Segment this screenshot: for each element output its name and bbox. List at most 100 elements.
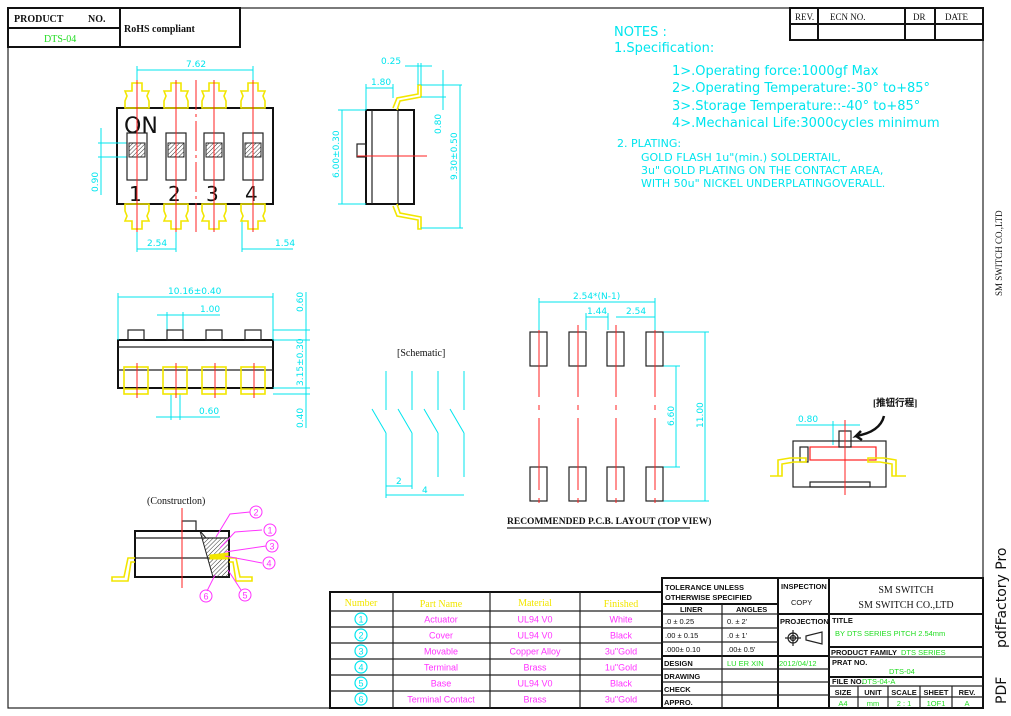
switch-number: 3	[206, 182, 219, 206]
spec-item: 2>.Operating Temperature:-30° to+85°	[672, 81, 930, 96]
part-material: Brass	[523, 663, 547, 673]
switch-number: 2	[168, 182, 181, 206]
size-header: REV.	[959, 688, 976, 697]
tolerance-label: TOLERANCE UNLESS	[665, 583, 744, 592]
part-finished: Black	[610, 631, 633, 641]
col-finished: Finished	[604, 599, 638, 610]
copy-label: COPY	[791, 598, 812, 607]
col-number: Number	[345, 598, 378, 609]
size-value: 1OF1	[927, 699, 946, 708]
spec-item: 4>.Mechanical Life:3000cycles minimum	[672, 116, 940, 131]
company-name: SM SWITCH	[878, 585, 933, 596]
construction-label: (Constructlon)	[147, 496, 205, 507]
plating-title: 2. PLATING:	[617, 137, 681, 150]
projection-label: PROJECTION	[780, 617, 829, 626]
design-label: DESIGN	[664, 659, 693, 668]
part-finished: 3u"Gold	[605, 695, 637, 705]
product-number: DTS-04	[44, 34, 76, 45]
callout-number: 2	[253, 508, 258, 518]
spec-item: 3>.Storage Temperature::-40° to+85°	[672, 99, 920, 114]
dim-travel: 0.80	[798, 415, 818, 425]
switch-blade	[449, 408, 465, 434]
drawing-sheet: PRODUCT NO. DTS-04 RoHS compliant REV. E…	[7, 7, 1010, 709]
part-number: 3	[358, 647, 363, 657]
size-value: mm	[867, 699, 880, 708]
size-value: A	[964, 699, 969, 708]
dim-edge: 1.54	[275, 239, 295, 249]
switch-blade	[397, 408, 413, 434]
prat-label: PRAT NO.	[832, 658, 867, 667]
part-name: Terminal Contact	[407, 695, 475, 705]
part-name: Actuator	[424, 615, 458, 625]
notes: NOTES : 1.Specification: 1>.Operating fo…	[614, 25, 940, 190]
plating-line: WITH 50u" NICKEL UNDERPLATINGOVERALL.	[641, 177, 885, 190]
dim-width: 7.62	[186, 60, 206, 70]
part-finished: 1u"Gold	[605, 663, 637, 673]
col-material: Material	[518, 598, 552, 609]
liner-label: LINER	[680, 605, 703, 614]
dim-top: 0.60	[296, 292, 306, 312]
top-view: ON 1 2 3 4 7.62 2.54 1.54 0.90	[91, 60, 295, 252]
dim-schematic-b: 4	[422, 486, 428, 496]
construction-view: (Constructlon) 21 3 4 5 6	[111, 496, 279, 603]
plating-line: GOLD FLASH 1u"(min.) SOLDERTAIL,	[641, 151, 841, 164]
tol-liner: .00 ± 0.15	[665, 631, 698, 640]
date-header: DATE	[945, 12, 968, 22]
dim-schematic-a: 2	[396, 477, 402, 487]
terminal	[240, 366, 266, 395]
ecn-header: ECN NO.	[830, 12, 866, 22]
company-full-name: SM SWITCH CO.,LTD	[858, 600, 953, 611]
dim-gap: 1.44	[587, 307, 607, 317]
tol-liner: .0 ± 0.25	[665, 617, 694, 626]
size-header: SIZE	[835, 688, 852, 697]
terminal	[123, 366, 149, 395]
part-number: 1	[358, 615, 363, 625]
watermark-pdf: PDF	[994, 677, 1010, 704]
rev-header: REV.	[795, 12, 814, 22]
rohs-label: RoHS compliant	[124, 24, 196, 35]
right-margin: SM SWITCH CO.,LTD PDF pdfFactory Pro	[994, 210, 1010, 704]
product-header: PRODUCT NO. DTS-04 RoHS compliant	[7, 7, 241, 48]
switch-number: 4	[245, 182, 258, 206]
dim-offset: 1.80	[371, 78, 391, 88]
dim-body: 6.00±0.30	[332, 130, 342, 178]
dr-header: DR	[913, 12, 926, 22]
actuator-knob	[127, 329, 145, 341]
on-label: ON	[124, 114, 158, 139]
terminal	[162, 366, 188, 395]
prat-value: DTS-04	[889, 667, 915, 676]
tol-angle: .00± 0.5'	[727, 645, 756, 654]
angles-label: ANGLES	[736, 605, 767, 614]
part-number: 6	[358, 695, 363, 705]
actuator-knob	[166, 329, 184, 341]
part-finished: White	[609, 615, 632, 625]
dim-knob: 1.00	[200, 305, 220, 315]
actuator-knob	[205, 329, 223, 341]
projection-symbol-icon	[785, 630, 823, 646]
file-value: DTS-04-A	[862, 677, 895, 686]
date-value: 2012/04/12	[779, 659, 817, 668]
front-view: 10.16±0.40 1.00 0.60 0.60 3.15±0.30 0.40	[117, 287, 310, 428]
plating-line: 3u" GOLD PLATING ON THE CONTACT AREA,	[641, 164, 883, 177]
dim-span: 2.54*(N-1)	[573, 292, 620, 302]
travel-section: [推钮行程] 0.80	[770, 397, 917, 495]
terminal	[201, 366, 227, 395]
callout-number: 3	[269, 542, 274, 552]
callout-number: 4	[266, 559, 271, 569]
table-row: 5 Base UL94 V0 Black	[354, 676, 633, 690]
part-name: Terminal	[424, 663, 458, 673]
part-material: Brass	[523, 695, 547, 705]
travel-label: [推钮行程]	[873, 397, 917, 409]
size-value: A4	[838, 699, 847, 708]
product-label: PRODUCT	[14, 14, 64, 25]
watermark-pdffactory: pdfFactory Pro	[994, 547, 1010, 648]
size-value: 2 : 1	[897, 699, 912, 708]
dim-outer: 11.00	[696, 402, 706, 428]
size-header: SCALE	[891, 688, 916, 697]
dim-length: 10.16±0.40	[168, 287, 222, 297]
dim-pitch: 2.54	[147, 239, 167, 249]
part-material: UL94 V0	[517, 679, 552, 689]
part-name: Base	[431, 679, 452, 689]
size-header: SHEET	[923, 688, 948, 697]
dim-lead: 0.25	[381, 57, 401, 67]
